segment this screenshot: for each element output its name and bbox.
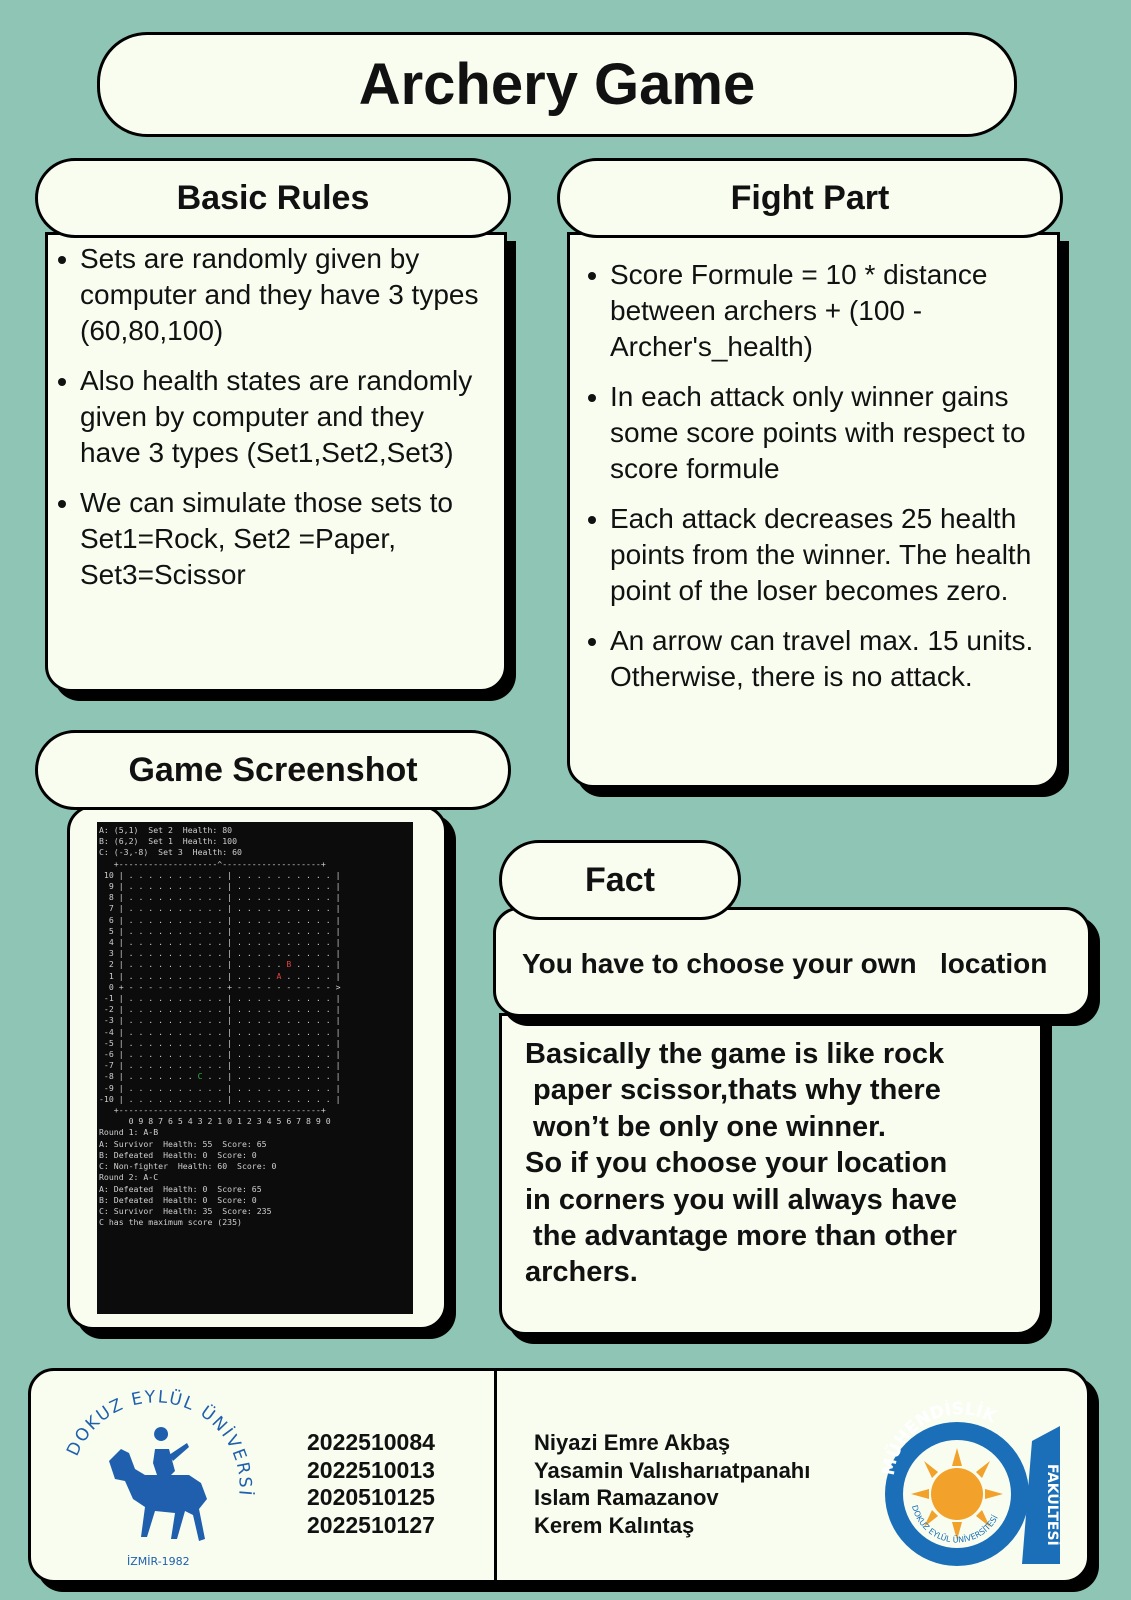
- faculty-side-text: FAKÜLTESİ: [1044, 1464, 1062, 1546]
- fight-part-header: Fight Part: [557, 158, 1063, 238]
- bullet-item: Score Formule = 10 * distance between ar…: [582, 257, 1041, 365]
- grid-row: -8 | . . . . . . . C . . | . . . . . . .…: [99, 1071, 341, 1082]
- bullet-item: Also health states are randomly given by…: [52, 363, 490, 471]
- grid-row: 9 | . . . . . . . . . . | . . . . . . . …: [99, 881, 341, 892]
- grid-row: 5 | . . . . . . . . . . | . . . . . . . …: [99, 925, 341, 936]
- student-id: 2022510013: [307, 1456, 435, 1483]
- student-name: Kerem Kalıntaş: [534, 1512, 695, 1538]
- terminal-header-line: A: (5,1) Set 2 Health: 80: [99, 825, 233, 835]
- grid-row: -7 | . . . . . . . . . . | . . . . . . .…: [99, 1060, 341, 1071]
- student-name-list: Niyazi Emre Akbaş Yasamin Valısharıatpana…: [534, 1429, 810, 1539]
- title-text: Archery Game: [358, 52, 756, 117]
- basic-rules-card: Sets are randomly given by computer and …: [45, 232, 507, 692]
- horse-rider-icon: [109, 1427, 207, 1541]
- terminal-result-line: A: Defeated Health: 0 Score: 65: [99, 1183, 262, 1194]
- terminal-screenshot: A: (5,1) Set 2 Health: 80 B: (6,2) Set 1 …: [97, 822, 413, 1314]
- game-screenshot-heading: Game Screenshot: [128, 750, 418, 789]
- fact-banner-text: You have to choose your own location: [522, 948, 1048, 979]
- terminal-result-line: C has the maximum score (235): [99, 1217, 242, 1228]
- student-name: Yasamin Valısharıatpanahı: [534, 1457, 811, 1483]
- grid-row: 0 + - - - - - - - - - - + - - - - - - - …: [99, 981, 341, 992]
- university-logo: DOKUZ EYLÜL ÜNİVERSİTESİ İZMİR-1982: [49, 1379, 254, 1568]
- fight-part-heading: Fight Part: [730, 178, 890, 217]
- faculty-logo: FAKÜLTESİ MÜHENDİSLİK DOKUZ EYLÜL ÜNİVER…: [872, 1396, 1068, 1571]
- grid-row: 4 | . . . . . . . . . . | . . . . . . . …: [99, 937, 341, 948]
- grid-row: -4 | . . . . . . . . . . | . . . . . . .…: [99, 1026, 341, 1037]
- bullet-item: We can simulate those sets to Set1=Rock,…: [52, 485, 490, 593]
- grid-row: -10 | . . . . . . . . . . | . . . . . . …: [99, 1093, 341, 1104]
- grid-row: -3 | . . . . . . . . . . | . . . . . . .…: [99, 1015, 341, 1026]
- grid-border: +---------------------------------------…: [99, 1105, 326, 1116]
- university-caption: İZMİR-1982: [127, 1555, 190, 1568]
- grid-row: -9 | . . . . . . . . . . | . . . . . . .…: [99, 1082, 341, 1093]
- fact-card: Basically the game is like rock paper sc…: [499, 1013, 1043, 1335]
- archer-marker-a: A: [276, 970, 282, 981]
- terminal-result-line: B: Defeated Health: 0 Score: 0: [99, 1194, 257, 1205]
- archer-marker-c: C: [197, 1071, 203, 1082]
- fight-part-list: Score Formule = 10 * distance between ar…: [570, 235, 1057, 695]
- grid-border: +--------------------^------------------…: [99, 858, 326, 869]
- fact-banner: You have to choose your own location: [493, 907, 1091, 1017]
- fight-part-card: Score Formule = 10 * distance between ar…: [567, 232, 1060, 788]
- student-id-list: 2022510084 2022510013 2020510125 2022510127: [307, 1429, 435, 1539]
- terminal-result-line: Round 2: A-C: [99, 1172, 159, 1183]
- page-title: Archery Game: [97, 32, 1017, 137]
- grid-row: 8 | . . . . . . . . . . | . . . . . . . …: [99, 892, 341, 903]
- basic-rules-heading: Basic Rules: [176, 178, 370, 217]
- game-screenshot-header: Game Screenshot: [35, 730, 511, 810]
- bullet-item: Each attack decreases 25 health points f…: [582, 501, 1041, 609]
- student-id: 2022510084: [307, 1429, 435, 1455]
- footer: DOKUZ EYLÜL ÜNİVERSİTESİ İZMİR-1982 2022…: [28, 1368, 1090, 1583]
- grid-row: -2 | . . . . . . . . . . | . . . . . . .…: [99, 1004, 341, 1015]
- bullet-item: Sets are randomly given by computer and …: [52, 241, 490, 349]
- bullet-item: An arrow can travel max. 15 units. Other…: [582, 623, 1041, 695]
- student-id: 2020510125: [307, 1484, 435, 1510]
- grid-row: -5 | . . . . . . . . . . | . . . . . . .…: [99, 1037, 341, 1048]
- game-screenshot-card: A: (5,1) Set 2 Health: 80 B: (6,2) Set 1 …: [67, 805, 447, 1330]
- student-id: 2022510127: [307, 1511, 435, 1538]
- terminal-result-line: Round 1: A-B: [99, 1127, 159, 1138]
- x-axis-labels: 0 9 8 7 6 5 4 3 2 1 0 1 2 3 4 5 6 7 8 9 …: [128, 1116, 331, 1127]
- student-name: Niyazi Emre Akbaş: [534, 1430, 731, 1455]
- grid-row: 3 | . . . . . . . . . . | . . . . . . . …: [99, 948, 341, 959]
- archer-marker-b: B: [286, 959, 292, 970]
- fact-heading: Fact: [585, 860, 655, 899]
- fact-body-text: Basically the game is like rock paper sc…: [525, 1038, 957, 1289]
- terminal-header-line: C: (-3,-8) Set 3 Health: 60: [99, 847, 242, 858]
- grid-row: 6 | . . . . . . . . . . | . . . . . . . …: [99, 914, 341, 925]
- grid-row: -1 | . . . . . . . . . . | . . . . . . .…: [99, 993, 341, 1004]
- grid-row: 10 | . . . . . . . . . . | . . . . . . .…: [99, 869, 341, 880]
- grid-row: 1 | . . . . . . . . . . | . . . . A . . …: [99, 970, 341, 981]
- basic-rules-list: Sets are randomly given by computer and …: [48, 235, 504, 593]
- terminal-result-line: A: Survivor Health: 55 Score: 65: [99, 1138, 267, 1149]
- grid-row: 7 | . . . . . . . . . . | . . . . . . . …: [99, 903, 341, 914]
- grid-row: -6 | . . . . . . . . . . | . . . . . . .…: [99, 1049, 341, 1060]
- terminal-result-line: B: Defeated Health: 0 Score: 0: [99, 1149, 257, 1160]
- footer-divider: [494, 1371, 497, 1580]
- bullet-item: In each attack only winner gains some sc…: [582, 379, 1041, 487]
- terminal-header-line: B: (6,2) Set 1 Health: 100: [99, 836, 238, 847]
- student-name: Islam Ramazanov: [534, 1485, 719, 1510]
- basic-rules-header: Basic Rules: [35, 158, 511, 238]
- terminal-result-line: C: Survivor Health: 35 Score: 235: [99, 1205, 272, 1216]
- fact-header: Fact: [499, 840, 741, 920]
- terminal-result-line: C: Non-fighter Health: 60 Score: 0: [99, 1161, 277, 1172]
- grid-row: 2 | . . . . . . . . . . | . . . . . B . …: [99, 959, 341, 970]
- x-axis-row: 0 9 8 7 6 5 4 3 2 1 0 1 2 3 4 5 6 7 8 9 …: [99, 1116, 411, 1127]
